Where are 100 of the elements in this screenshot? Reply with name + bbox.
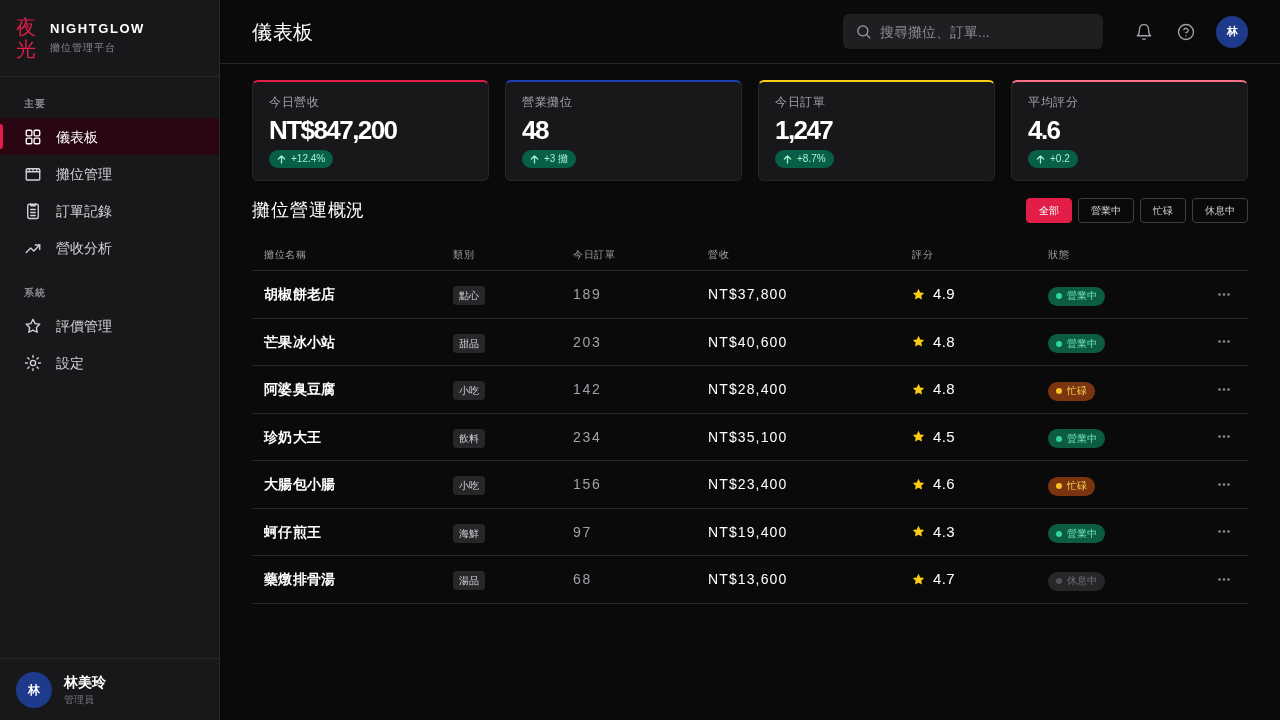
search-icon (856, 24, 871, 39)
more-icon[interactable] (1218, 530, 1230, 534)
more-icon[interactable] (1218, 292, 1230, 296)
revenue-amount: NT$40,600 (708, 333, 788, 350)
category-tag: 小吃 (453, 476, 485, 496)
status-dot-icon (1056, 578, 1062, 585)
user-avatar[interactable]: 林 (1216, 15, 1248, 48)
filter-button[interactable]: 營業中 (1078, 197, 1134, 223)
stall-name: 珍奶大王 (264, 428, 322, 445)
rating-value: 4.6 (933, 474, 955, 494)
star-icon (912, 572, 925, 586)
stat-value: 48 (522, 114, 548, 146)
status-label: 休息中 (1067, 576, 1097, 587)
change-value: +3 攤 (544, 154, 569, 164)
star-icon (24, 316, 42, 335)
user-name: 林美玲 (64, 672, 106, 692)
star-icon (912, 525, 925, 539)
stall-name: 胡椒餅老店 (264, 286, 336, 303)
star-icon (912, 335, 925, 349)
revenue-amount: NT$37,800 (708, 286, 788, 303)
stall-name: 阿婆臭豆腐 (264, 381, 336, 398)
star-icon (912, 477, 925, 491)
status-dot-icon (1056, 293, 1062, 300)
status-dot-icon (1056, 388, 1062, 395)
stall-name: 蚵仔煎王 (264, 523, 322, 540)
nav-item[interactable]: 訂單記錄 (0, 192, 219, 229)
arrow-up-icon (277, 154, 286, 164)
nav-item[interactable]: 設定 (0, 344, 219, 381)
section-title: 攤位營運概況 (252, 199, 366, 222)
nav-section-label: 主要 (23, 97, 46, 111)
revenue-amount: NT$35,100 (708, 428, 788, 445)
rating-value: 4.8 (933, 379, 955, 399)
nav-item[interactable]: 營收分析 (0, 229, 219, 266)
category-tag: 飲料 (453, 428, 485, 448)
stat-label: 平均評分 (1028, 94, 1079, 110)
more-icon[interactable] (1218, 482, 1230, 486)
more-icon[interactable] (1218, 435, 1230, 439)
more-icon[interactable] (1218, 387, 1230, 391)
category-tag: 海鮮 (453, 523, 485, 543)
stat-label: 今日訂單 (775, 94, 826, 110)
column-header: 攤位名稱 (264, 249, 306, 260)
more-icon[interactable] (1218, 340, 1230, 344)
revenue-amount: NT$13,600 (708, 571, 788, 588)
order-count: 203 (573, 333, 602, 350)
stat-value: 4.6 (1028, 114, 1060, 146)
status-label: 忙碌 (1067, 386, 1087, 397)
nav-item[interactable]: 評價管理 (0, 307, 219, 344)
more-icon[interactable] (1218, 577, 1230, 581)
change-value: +8.7% (797, 154, 826, 164)
nav-item[interactable]: 儀表板 (0, 118, 219, 155)
star-icon (912, 430, 925, 444)
status-dot-icon (1056, 340, 1062, 347)
star-icon (912, 382, 925, 396)
grid-icon (24, 127, 42, 146)
arrow-up-icon (530, 154, 539, 164)
revenue-amount: NT$23,400 (708, 476, 788, 493)
status-label: 營業中 (1067, 291, 1097, 302)
rating-value: 4.3 (933, 521, 955, 542)
column-header: 營收 (708, 249, 729, 260)
category-tag: 小吃 (453, 381, 485, 401)
order-count: 97 (573, 523, 592, 540)
category-tag: 點心 (453, 286, 485, 306)
revenue-amount: NT$28,400 (708, 381, 788, 398)
sun-icon (24, 353, 42, 372)
stat-label: 營業攤位 (522, 94, 573, 110)
change-value: +12.4% (291, 154, 326, 164)
order-count: 142 (573, 381, 602, 398)
order-count: 68 (573, 571, 592, 588)
stall-name: 藥燉排骨湯 (264, 571, 336, 588)
filter-button[interactable]: 全部 (1026, 197, 1072, 223)
status-label: 忙碌 (1067, 481, 1087, 492)
brand-tagline: 攤位管理平台 (50, 40, 117, 55)
status-dot-icon (1056, 435, 1062, 442)
status-dot-icon (1056, 530, 1062, 537)
status-label: 營業中 (1067, 338, 1097, 349)
star-icon (912, 287, 925, 301)
clipboard-icon (24, 201, 42, 220)
search-field[interactable]: 搜尋攤位、訂單... (843, 14, 1103, 49)
column-header: 今日訂單 (573, 249, 615, 260)
brand-name: NIGHTGLOW (50, 20, 145, 37)
stat-label: 今日營收 (269, 94, 320, 110)
logo-mark: 夜光 (16, 16, 36, 60)
change-value: +0.2 (1050, 154, 1070, 164)
status-label: 營業中 (1067, 528, 1097, 539)
arrow-up-icon (783, 154, 792, 164)
bell-icon[interactable] (1135, 22, 1153, 41)
column-header: 狀態 (1048, 249, 1069, 260)
column-header: 評分 (912, 249, 933, 260)
column-header: 類別 (453, 249, 474, 260)
help-icon[interactable] (1177, 22, 1195, 41)
filter-button[interactable]: 休息中 (1192, 197, 1248, 223)
filter-button[interactable]: 忙碌 (1140, 197, 1186, 223)
nav-item[interactable]: 攤位管理 (0, 155, 219, 192)
user-role: 管理員 (64, 692, 95, 707)
order-count: 156 (573, 476, 602, 493)
stall-name: 芒果冰小站 (264, 333, 336, 350)
status-dot-icon (1056, 483, 1062, 490)
arrow-up-icon (1036, 154, 1045, 164)
revenue-amount: NT$19,400 (708, 523, 788, 540)
order-count: 189 (573, 286, 602, 303)
